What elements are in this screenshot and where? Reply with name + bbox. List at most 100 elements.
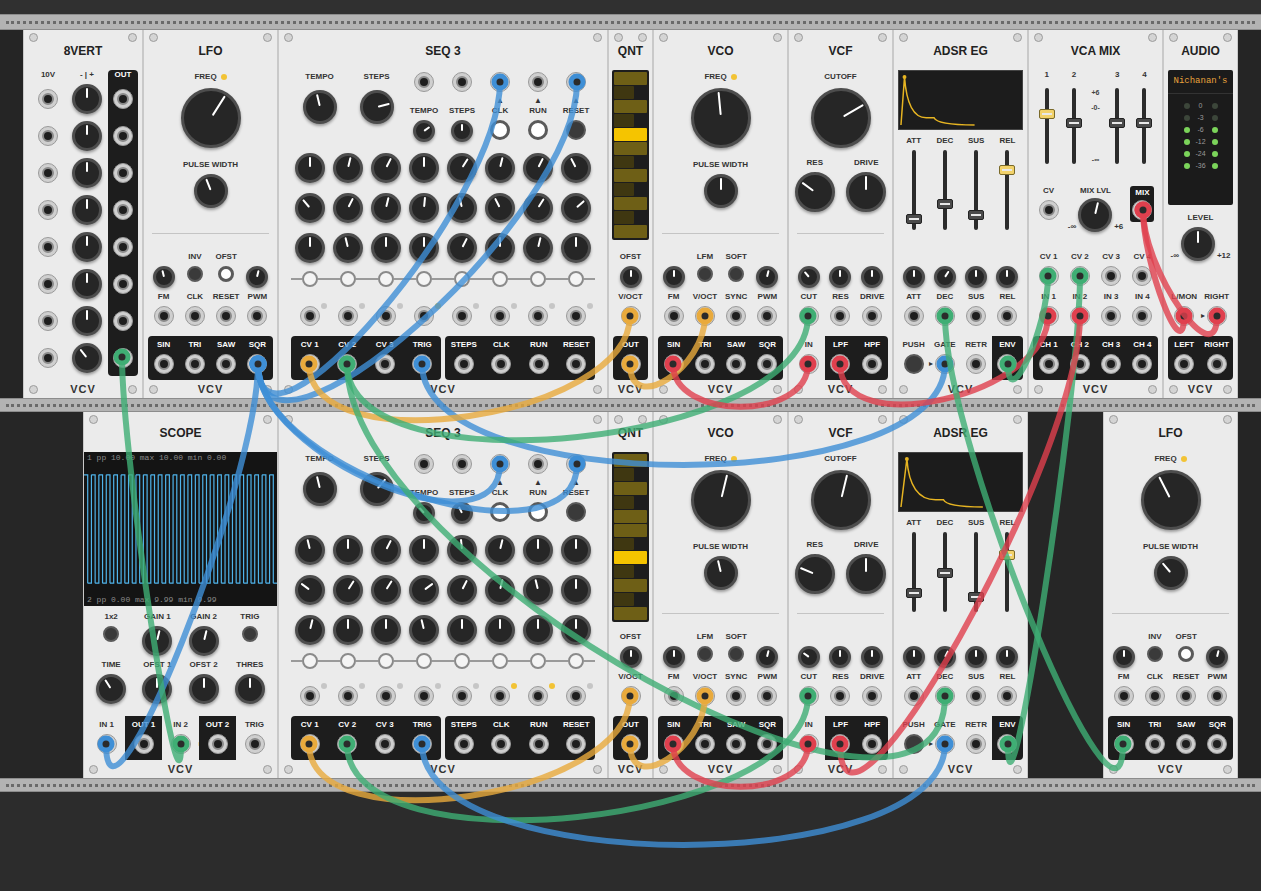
step-knob[interactable] (295, 233, 325, 263)
gain-knob[interactable] (72, 195, 102, 225)
step-gate-button[interactable] (530, 653, 546, 669)
push-button[interactable] (1178, 646, 1194, 662)
jack-port[interactable] (935, 734, 955, 754)
jack-port[interactable] (726, 734, 746, 754)
jack-port[interactable] (1039, 306, 1059, 326)
note-key[interactable] (614, 114, 634, 127)
push-button[interactable] (1147, 646, 1163, 662)
jack-port[interactable] (1114, 686, 1134, 706)
jack-port[interactable] (38, 274, 58, 294)
patch-cable[interactable] (98, 356, 267, 767)
step-knob[interactable] (523, 575, 553, 605)
knob[interactable] (189, 626, 219, 656)
jack-port[interactable] (414, 306, 434, 326)
note-key[interactable] (614, 524, 647, 537)
jack-port[interactable] (695, 354, 715, 374)
jack-port[interactable] (338, 686, 358, 706)
knob[interactable] (795, 172, 835, 212)
patch-cable[interactable] (339, 688, 817, 821)
step-gate-button[interactable] (416, 653, 432, 669)
jack-port[interactable] (185, 306, 205, 326)
jack-port[interactable] (904, 306, 924, 326)
jack-port[interactable] (38, 163, 58, 183)
jack-port[interactable] (757, 734, 777, 754)
push-button[interactable] (904, 354, 924, 374)
jack-port[interactable] (300, 306, 320, 326)
jack-port[interactable] (757, 306, 777, 326)
mix-level-knob[interactable] (1078, 198, 1112, 232)
jack-port[interactable] (300, 686, 320, 706)
jack-port[interactable] (529, 354, 549, 374)
jack-port[interactable] (664, 354, 684, 374)
jack-port[interactable] (154, 354, 174, 374)
knob[interactable] (996, 266, 1018, 288)
jack-port[interactable] (1070, 354, 1090, 374)
patch-cable[interactable] (339, 356, 954, 758)
jack-port[interactable] (1039, 266, 1059, 286)
note-key[interactable] (614, 565, 634, 578)
note-key[interactable] (614, 593, 634, 606)
step-knob[interactable] (295, 535, 325, 565)
push-button[interactable] (697, 646, 713, 662)
push-button[interactable] (728, 266, 744, 282)
jack-port[interactable] (154, 306, 174, 326)
step-knob[interactable] (447, 193, 477, 223)
step-knob[interactable] (561, 193, 591, 223)
channel-fader[interactable] (1066, 88, 1082, 164)
patch-cable[interactable] (250, 74, 509, 394)
jack-port[interactable] (113, 237, 133, 257)
pwm-knob[interactable] (1206, 646, 1228, 668)
jack-port[interactable] (1101, 266, 1121, 286)
jack-port[interactable] (414, 686, 434, 706)
gain-knob[interactable] (72, 269, 102, 299)
pulse-width-knob[interactable] (704, 556, 738, 590)
jack-port[interactable] (1070, 306, 1090, 326)
step-knob[interactable] (333, 575, 363, 605)
gain-knob[interactable] (72, 121, 102, 151)
device-name[interactable]: Nichanan's (1173, 75, 1227, 89)
jack-port[interactable] (997, 734, 1017, 754)
push-button[interactable] (904, 734, 924, 754)
jack-port[interactable] (1207, 306, 1227, 326)
jack-port[interactable] (412, 734, 432, 754)
jack-port[interactable] (1176, 734, 1196, 754)
step-knob[interactable] (561, 153, 591, 183)
patch-cable[interactable] (832, 308, 1089, 773)
envelope-slider[interactable] (937, 532, 953, 612)
step-knob[interactable] (485, 233, 515, 263)
jack-port[interactable] (1174, 354, 1194, 374)
jack-port[interactable] (491, 354, 511, 374)
jack-port[interactable] (566, 72, 586, 92)
jack-port[interactable] (799, 686, 819, 706)
envelope-slider[interactable] (999, 150, 1015, 230)
knob[interactable] (829, 266, 851, 288)
jack-port[interactable] (757, 354, 777, 374)
knob[interactable] (303, 90, 337, 124)
jack-port[interactable] (38, 311, 58, 331)
knob[interactable] (934, 646, 956, 668)
step-gate-button[interactable] (378, 653, 394, 669)
jack-port[interactable] (113, 163, 133, 183)
jack-port[interactable] (935, 686, 955, 706)
jack-port[interactable] (997, 354, 1017, 374)
jack-port[interactable] (490, 72, 510, 92)
jack-port[interactable] (726, 306, 746, 326)
knob[interactable] (142, 626, 172, 656)
knob[interactable] (996, 646, 1018, 668)
jack-port[interactable] (862, 354, 882, 374)
envelope-slider[interactable] (937, 150, 953, 230)
patch-cable[interactable] (301, 308, 639, 421)
jack-port[interactable] (621, 306, 641, 326)
step-knob[interactable] (523, 615, 553, 645)
step-knob[interactable] (371, 233, 401, 263)
jack-port[interactable] (621, 354, 641, 374)
jack-port[interactable] (414, 454, 434, 474)
jack-port[interactable] (966, 734, 986, 754)
patch-cable[interactable] (414, 736, 954, 845)
knob[interactable] (620, 266, 642, 288)
knob[interactable] (303, 472, 337, 506)
jack-port[interactable] (337, 734, 357, 754)
jack-port[interactable] (113, 126, 133, 146)
jack-port[interactable] (452, 306, 472, 326)
knob[interactable] (620, 646, 642, 668)
